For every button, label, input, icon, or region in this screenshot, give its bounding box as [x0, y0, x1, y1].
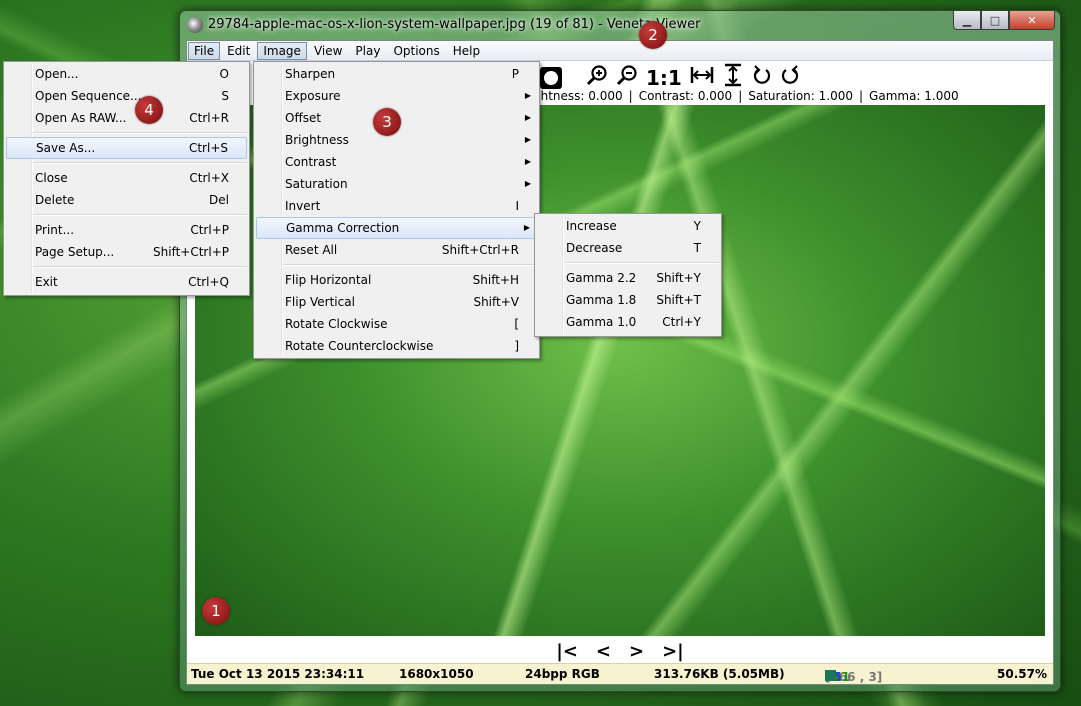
annotation-badge-2: 2: [639, 21, 667, 49]
submenu-arrow-icon: ▶: [524, 113, 531, 122]
image-saturation[interactable]: Saturation ▶: [254, 173, 539, 195]
zoom-out-icon[interactable]: [616, 64, 638, 91]
annotation-badge-4: 4: [135, 96, 163, 124]
image-contrast[interactable]: Contrast ▶: [254, 151, 539, 173]
submenu-arrow-icon: ▶: [524, 179, 531, 188]
app-icon[interactable]: [187, 17, 203, 33]
submenu-arrow-icon: ▶: [523, 223, 530, 232]
file-open-sequence[interactable]: Open Sequence... S: [4, 85, 249, 107]
fit-height-icon[interactable]: [722, 63, 744, 92]
menu-view[interactable]: View: [308, 42, 348, 60]
actual-size-icon[interactable]: 1:1: [646, 66, 682, 90]
maximize-button[interactable]: □: [981, 11, 1009, 30]
window-title: 29784-apple-mac-os-x-lion-system-wallpap…: [208, 17, 701, 32]
zoom-in-icon[interactable]: [586, 64, 608, 91]
file-exit[interactable]: Exit Ctrl+Q: [4, 271, 249, 293]
menu-image[interactable]: Image: [257, 41, 307, 60]
status-zoom: 50.57%: [997, 667, 1047, 681]
submenu-arrow-icon: ▶: [524, 157, 531, 166]
file-save-as[interactable]: Save As... Ctrl+S: [6, 137, 247, 159]
previous-image-button[interactable]: <: [596, 641, 611, 662]
image-brightness[interactable]: Brightness ▶: [254, 129, 539, 151]
menu-play[interactable]: Play: [349, 42, 386, 60]
fit-width-icon[interactable]: [690, 64, 714, 91]
status-bar: Tue Oct 13 2015 23:34:11 1680x1050 24bpp…: [187, 663, 1053, 684]
image-rotate-counterclockwise[interactable]: Rotate Counterclockwise]: [254, 335, 539, 357]
gamma-1-0[interactable]: Gamma 1.0 Ctrl+Y: [535, 311, 721, 333]
close-button[interactable]: ✕: [1009, 11, 1055, 30]
file-print[interactable]: Print... Ctrl+P: [4, 219, 249, 241]
rotate-left-icon[interactable]: [752, 64, 772, 91]
saturation-value: Saturation: 1.000: [748, 89, 853, 103]
gamma-value: Gamma: 1.000: [869, 89, 959, 103]
gamma-1-8[interactable]: Gamma 1.8 Shift+T: [535, 289, 721, 311]
next-image-button[interactable]: >: [629, 641, 644, 662]
image-rotate-clockwise[interactable]: Rotate Clockwise[: [254, 313, 539, 335]
navigation-bar: |< < > >|: [187, 638, 1053, 664]
status-filesize: 313.76KB (5.05MB): [654, 667, 785, 681]
menu-edit[interactable]: Edit: [221, 42, 256, 60]
image-gamma-correction[interactable]: Gamma Correction ▶: [256, 217, 537, 239]
annotation-badge-3: 3: [373, 108, 401, 136]
submenu-arrow-icon: ▶: [524, 135, 531, 144]
gamma-2-2[interactable]: Gamma 2.2 Shift+Y: [535, 267, 721, 289]
file-menu-dropdown: Open... O Open Sequence... S Open As RAW..…: [3, 61, 250, 296]
image-menu-dropdown: Sharpen P Exposure ▶ Offset ▶ Brightness ▶ C…: [253, 61, 540, 359]
menu-help[interactable]: Help: [447, 42, 486, 60]
gamma-decrease[interactable]: Decrease T: [535, 237, 721, 259]
minimize-button[interactable]: ▁: [953, 11, 981, 30]
adjustments-readout: ghtness: 0.000 | Contrast: 0.000 | Saturatio…: [533, 89, 959, 103]
gamma-increase[interactable]: Increase Y: [535, 215, 721, 237]
brightness-value: ghtness: 0.000: [533, 89, 623, 103]
file-open[interactable]: Open... O: [4, 63, 249, 85]
circle-icon[interactable]: [540, 66, 562, 89]
status-dimensions: 1680x1050: [399, 667, 474, 681]
file-delete[interactable]: Delete Del: [4, 189, 249, 211]
menu-options[interactable]: Options: [387, 42, 445, 60]
pixel-color-swatch: [825, 670, 836, 681]
status-format: 24bpp RGB: [525, 667, 600, 681]
menu-file[interactable]: File: [188, 41, 221, 60]
image-flip-horizontal[interactable]: Flip Horizontal Shift+H: [254, 269, 539, 291]
file-page-setup[interactable]: Page Setup... Shift+Ctrl+P: [4, 241, 249, 263]
file-close[interactable]: Close Ctrl+X: [4, 167, 249, 189]
first-image-button[interactable]: |<: [556, 641, 578, 662]
rotate-right-icon[interactable]: [780, 64, 800, 91]
file-open-as-raw[interactable]: Open As RAW... Ctrl+R: [4, 107, 249, 129]
last-image-button[interactable]: >|: [662, 641, 684, 662]
annotation-badge-1: 1: [202, 597, 230, 625]
status-datetime: Tue Oct 13 2015 23:34:11: [191, 667, 365, 681]
title-bar[interactable]: 29784-apple-mac-os-x-lion-system-wallpap…: [180, 11, 1060, 39]
image-invert[interactable]: Invert I: [254, 195, 539, 217]
menu-bar: File Edit Image View Play Options Help: [187, 41, 1053, 61]
image-exposure[interactable]: Exposure ▶: [254, 85, 539, 107]
contrast-value: Contrast: 0.000: [638, 89, 733, 103]
image-flip-vertical[interactable]: Flip Vertical Shift+V: [254, 291, 539, 313]
submenu-arrow-icon: ▶: [524, 91, 531, 100]
image-sharpen[interactable]: Sharpen P: [254, 63, 539, 85]
gamma-submenu-dropdown: Increase Y Decrease T Gamma 2.2 Shift+Y Gam…: [534, 213, 722, 337]
image-reset-all[interactable]: Reset All Shift+Ctrl+R: [254, 239, 539, 261]
